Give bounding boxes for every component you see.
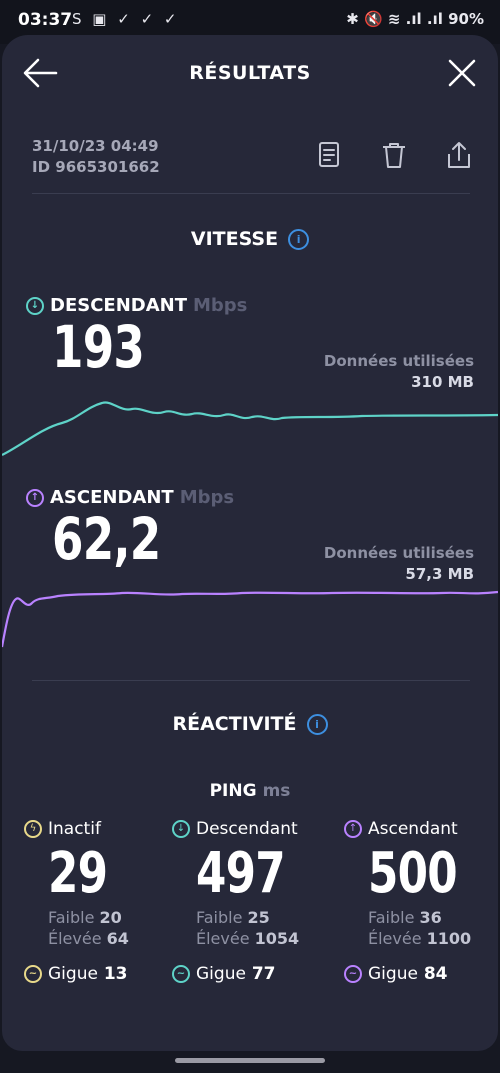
arrow-up-circle-icon: ↑ — [26, 489, 44, 507]
document-icon[interactable] — [316, 141, 342, 169]
jitter-icon: ~ — [344, 965, 362, 983]
upload-speed-value: 62,2 — [52, 505, 161, 573]
jitter-label: Gigue — [196, 964, 246, 984]
arrow-up-circle-icon: ↑ — [344, 820, 362, 838]
info-icon[interactable]: i — [306, 714, 328, 735]
low-label: Faible — [196, 908, 243, 927]
jitter-value: 13 — [103, 964, 128, 984]
ping-idle-high: Élevée 64 — [48, 929, 184, 948]
results-sheet: RÉSULTATS 31/10/23 04:49 ID 9665301662 V… — [2, 35, 498, 1051]
speed-title-text: VITESSE — [190, 228, 279, 250]
ping-label: PING — [209, 781, 257, 801]
ping-download-low: Faible 25 — [196, 908, 332, 927]
high-value: 1100 — [426, 929, 472, 948]
download-speed-graph — [2, 401, 498, 456]
divider — [32, 193, 470, 194]
jitter-value: 84 — [423, 964, 448, 984]
result-meta: 31/10/23 04:49 ID 9665301662 — [32, 136, 160, 178]
reactivity-title-text: RÉACTIVITÉ — [172, 713, 297, 735]
ping-download-label: Descendant — [196, 819, 298, 839]
status-time: 03:37 — [18, 10, 73, 30]
arrow-down-circle-icon: ↓ — [26, 297, 44, 315]
jitter-icon: ~ — [172, 965, 190, 983]
high-value: 64 — [106, 929, 129, 948]
ping-download-header: ↓ Descendant — [172, 819, 332, 839]
ping-idle-column: ϟ Inactif 29 Faible 20 Élevée 64 ~ Gigue 1… — [24, 819, 184, 984]
upload-unit: Mbps — [179, 487, 235, 508]
ping-download-column: ↓ Descendant 497 Faible 25 Élevée 1054 ~ G… — [172, 819, 332, 984]
result-id: ID 9665301662 — [32, 158, 160, 176]
high-label: Élevée — [368, 929, 422, 948]
system-icons: ✱ 🔇 ≋ .ıl .ıl 90% — [346, 10, 484, 28]
low-value: 36 — [419, 908, 442, 927]
ping-upload-header: ↑ Ascendant — [344, 819, 500, 839]
ping-idle-jitter: ~ Gigue 13 — [24, 964, 184, 984]
upload-data-used-label: Données utilisées — [323, 544, 474, 562]
system-status-icons: ✱ 🔇 ≋ .ıl .ıl — [346, 10, 443, 28]
battery-level: 90% — [448, 10, 484, 28]
ping-idle-value: 29 — [48, 841, 108, 906]
low-label: Faible — [48, 908, 95, 927]
high-label: Élevée — [48, 929, 102, 948]
download-data-used: Données utilisées 310 MB — [324, 351, 474, 393]
download-data-used-label: Données utilisées — [323, 352, 474, 370]
close-icon[interactable] — [444, 55, 480, 91]
ping-upload-high: Élevée 1100 — [368, 929, 500, 948]
jitter-icon: ~ — [24, 965, 42, 983]
ping-upload-jitter: ~ Gigue 84 — [344, 964, 500, 984]
ping-idle-header: ϟ Inactif — [24, 819, 184, 839]
low-value: 25 — [247, 908, 270, 927]
ping-idle-low: Faible 20 — [48, 908, 184, 927]
ping-upload-column: ↑ Ascendant 500 Faible 36 Élevée 1100 ~ Gi… — [344, 819, 500, 984]
divider — [32, 680, 470, 681]
page-title: RÉSULTATS — [189, 62, 311, 84]
ping-upload-label: Ascendant — [368, 819, 458, 839]
download-speed-value: 193 — [52, 313, 145, 381]
upload-data-used-value: 57,3 MB — [405, 565, 474, 583]
result-actions — [282, 141, 472, 169]
info-icon[interactable]: i — [288, 229, 310, 250]
ping-idle-label: Inactif — [48, 819, 101, 839]
home-indicator[interactable] — [175, 1058, 325, 1063]
jitter-label: Gigue — [48, 964, 98, 984]
high-label: Élevée — [196, 929, 250, 948]
ping-download-value: 497 — [196, 841, 286, 906]
ping-download-high: Élevée 1054 — [196, 929, 332, 948]
top-bar: RÉSULTATS — [2, 35, 498, 111]
high-value: 1054 — [254, 929, 300, 948]
upload-speed-graph — [2, 590, 498, 648]
lightning-circle-icon: ϟ — [24, 820, 42, 838]
ping-download-jitter: ~ Gigue 77 — [172, 964, 332, 984]
ping-upload-low: Faible 36 — [368, 908, 500, 927]
download-unit: Mbps — [193, 295, 248, 316]
arrow-down-circle-icon: ↓ — [172, 820, 190, 838]
low-value: 20 — [99, 908, 122, 927]
ping-unit: ms — [262, 781, 291, 801]
speed-section-title: VITESSE i — [2, 228, 498, 250]
result-datetime: 31/10/23 04:49 — [32, 137, 159, 155]
ping-title: PING ms — [2, 781, 498, 801]
reactivity-section-title: RÉACTIVITÉ i — [2, 713, 498, 735]
share-icon[interactable] — [446, 141, 472, 169]
jitter-label: Gigue — [368, 964, 418, 984]
trash-icon[interactable] — [381, 141, 407, 169]
low-label: Faible — [368, 908, 415, 927]
notification-icons: S ▣ ✓ ✓ ✓ — [72, 10, 180, 28]
ping-upload-value: 500 — [368, 841, 458, 906]
jitter-value: 77 — [251, 964, 276, 984]
upload-data-used: Données utilisées 57,3 MB — [324, 543, 474, 585]
